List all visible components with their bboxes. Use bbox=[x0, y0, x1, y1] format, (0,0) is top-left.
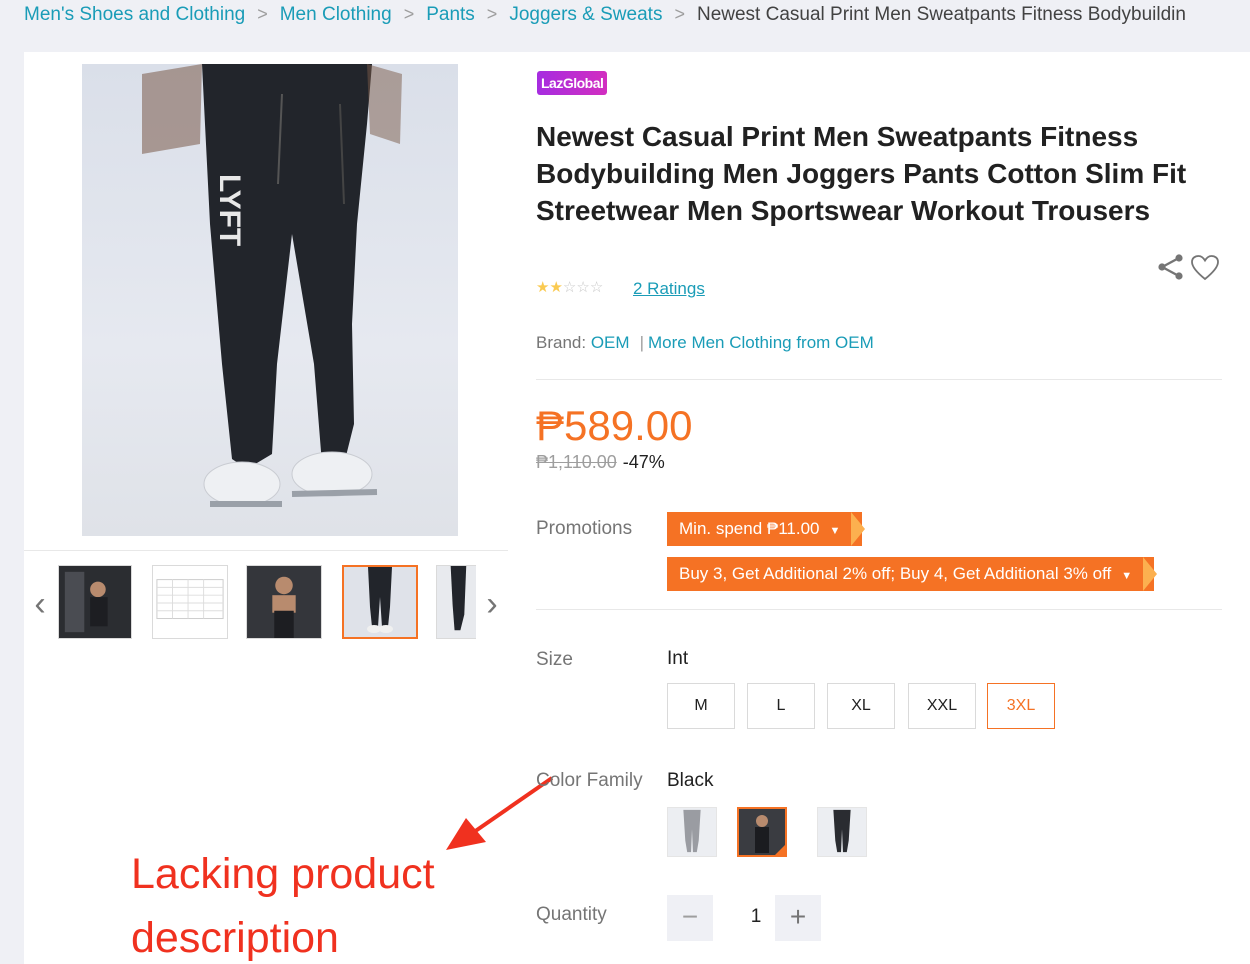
size-option-xl[interactable]: XL bbox=[827, 683, 895, 729]
color-swatch-black[interactable] bbox=[737, 807, 787, 857]
gallery-thumb-2[interactable] bbox=[152, 565, 228, 639]
promotion-tag-buy-more[interactable]: Buy 3, Get Additional 2% off; Buy 4, Get… bbox=[667, 557, 1158, 591]
chevron-down-icon: ▼ bbox=[829, 525, 841, 537]
product-main-image[interactable]: LYFT bbox=[82, 64, 458, 536]
chevron-down-icon: ▼ bbox=[1121, 570, 1133, 582]
breadcrumb-link-joggers[interactable]: Joggers & Sweats bbox=[509, 4, 662, 25]
gallery-prev-button[interactable]: ‹ bbox=[28, 584, 52, 628]
size-option-xxl[interactable]: XXL bbox=[908, 683, 976, 729]
promotion-text: Min. spend ₱11.00 bbox=[679, 519, 820, 538]
discount-percent: -47% bbox=[622, 452, 665, 472]
color-family-label: Color Family bbox=[536, 770, 643, 791]
breadcrumb-separator: > bbox=[674, 4, 685, 24]
color-swatch-black-alt[interactable] bbox=[817, 807, 867, 857]
jogger-pants-image: LYFT bbox=[142, 64, 402, 507]
promotion-text: Buy 3, Get Additional 2% off; Buy 4, Get… bbox=[679, 564, 1112, 583]
size-label: Size bbox=[536, 649, 573, 670]
product-title: Newest Casual Print Men Sweatpants Fitne… bbox=[536, 121, 1187, 226]
quantity-increase-button[interactable]: + bbox=[775, 895, 821, 941]
breadcrumb-current: Newest Casual Print Men Sweatpants Fitne… bbox=[696, 4, 1186, 25]
star-icon: ★ bbox=[536, 279, 550, 296]
pants-print-text: LYFT bbox=[213, 174, 246, 246]
gallery-thumb-1[interactable] bbox=[58, 565, 132, 639]
quantity-decrease-button[interactable]: − bbox=[667, 895, 713, 941]
product-panel: LYFT ‹ › Lacking product description Laz… bbox=[24, 52, 1250, 964]
promotion-tag-min-spend[interactable]: Min. spend ₱11.00 ▼ bbox=[667, 512, 866, 546]
star-icon: ★ bbox=[549, 279, 563, 296]
gallery-thumb-3[interactable] bbox=[246, 565, 322, 639]
breadcrumb-separator: > bbox=[403, 4, 415, 24]
breadcrumb-separator: > bbox=[257, 4, 268, 24]
size-option-l[interactable]: L bbox=[747, 683, 815, 729]
size-option-3xl[interactable]: 3XL bbox=[987, 683, 1055, 729]
color-swatch-grey[interactable] bbox=[667, 807, 717, 857]
quantity-label: Quantity bbox=[536, 904, 607, 925]
more-from-brand-link[interactable]: More Men Clothing from OEM bbox=[648, 333, 874, 352]
share-icon[interactable] bbox=[1156, 252, 1186, 282]
breadcrumb-separator: > bbox=[486, 4, 498, 24]
gallery-thumb-4[interactable] bbox=[342, 565, 418, 639]
color-family-value: Black bbox=[667, 770, 714, 791]
star-empty-icon: ☆ bbox=[589, 279, 604, 296]
brand-link[interactable]: OEM bbox=[591, 333, 630, 352]
original-price: ₱1,110.00 bbox=[536, 452, 617, 472]
star-empty-icon: ☆ bbox=[562, 279, 577, 296]
current-price: ₱589.00 bbox=[536, 402, 693, 449]
size-system: Int bbox=[667, 648, 689, 669]
wishlist-heart-icon[interactable] bbox=[1190, 254, 1220, 282]
brand-row: Brand: OEM | More Men Clothing from OEM bbox=[536, 333, 874, 352]
brand-label: Brand: bbox=[536, 333, 587, 352]
gallery-thumb-5[interactable] bbox=[436, 565, 476, 639]
price-original-row: ₱1,110.00 -47% bbox=[536, 452, 665, 473]
lazglobal-badge: LazGlobal bbox=[537, 71, 608, 95]
divider bbox=[536, 609, 1222, 610]
breadcrumb-link-pants[interactable]: Pants bbox=[426, 4, 475, 25]
breadcrumb: Men's Shoes and Clothing > Men Clothing > Pa… bbox=[0, 0, 1250, 34]
star-empty-icon: ☆ bbox=[576, 279, 590, 296]
breadcrumb-link-shoes-clothing[interactable]: Men's Shoes and Clothing bbox=[24, 4, 245, 25]
gallery-divider bbox=[24, 550, 508, 551]
size-option-m[interactable]: M bbox=[667, 683, 735, 729]
ratings-link[interactable]: 2 Ratings bbox=[633, 279, 705, 299]
quantity-value[interactable]: 1 bbox=[736, 906, 776, 928]
divider bbox=[536, 379, 1222, 380]
gallery-next-button[interactable]: › bbox=[480, 584, 504, 628]
annotation-line-2: description bbox=[131, 914, 339, 962]
breadcrumb-link-men-clothing[interactable]: Men Clothing bbox=[280, 4, 392, 25]
rating-stars: ★★☆☆☆ bbox=[536, 278, 603, 296]
promotions-label: Promotions bbox=[536, 518, 633, 539]
